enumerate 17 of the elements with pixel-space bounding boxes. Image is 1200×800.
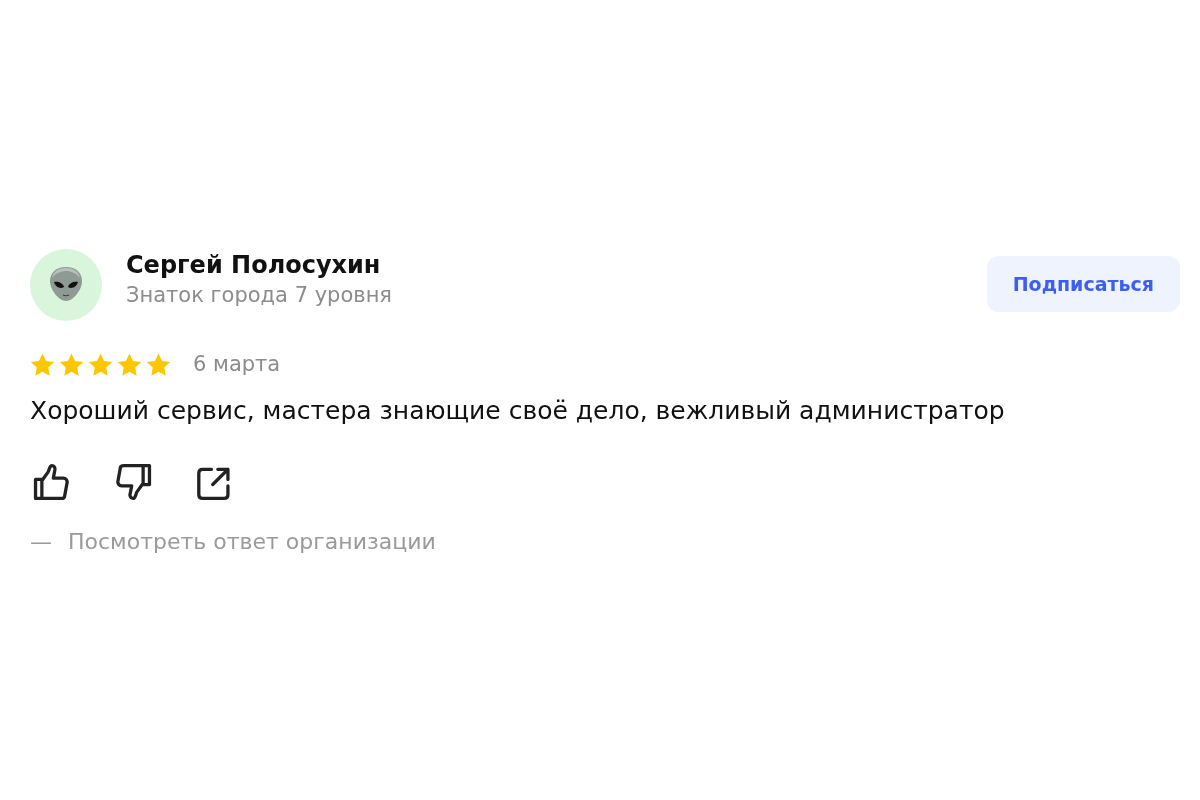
star-icon	[146, 352, 171, 377]
view-response-link[interactable]: Посмотреть ответ организации	[68, 525, 436, 558]
star-icon	[30, 352, 55, 377]
star-icon	[88, 352, 113, 377]
subscribe-button[interactable]: Подписаться	[986, 256, 1180, 312]
review-text: Хороший сервис, мастера знающие своё дело, вежливый администратор	[30, 394, 1006, 427]
dislike-button[interactable]	[114, 463, 152, 501]
star-icon	[59, 352, 84, 377]
thumbs-down-icon	[114, 463, 152, 501]
thumbs-up-icon	[33, 463, 71, 501]
author-name: Сергей Полосухин	[126, 251, 382, 280]
author-status: Знаток города 7 уровня	[126, 282, 393, 308]
review-date: 6 марта	[193, 351, 281, 378]
dash-mark: —	[30, 528, 52, 556]
alien-avatar-icon	[30, 249, 102, 321]
like-button[interactable]	[33, 463, 71, 501]
star-icon	[117, 352, 142, 377]
